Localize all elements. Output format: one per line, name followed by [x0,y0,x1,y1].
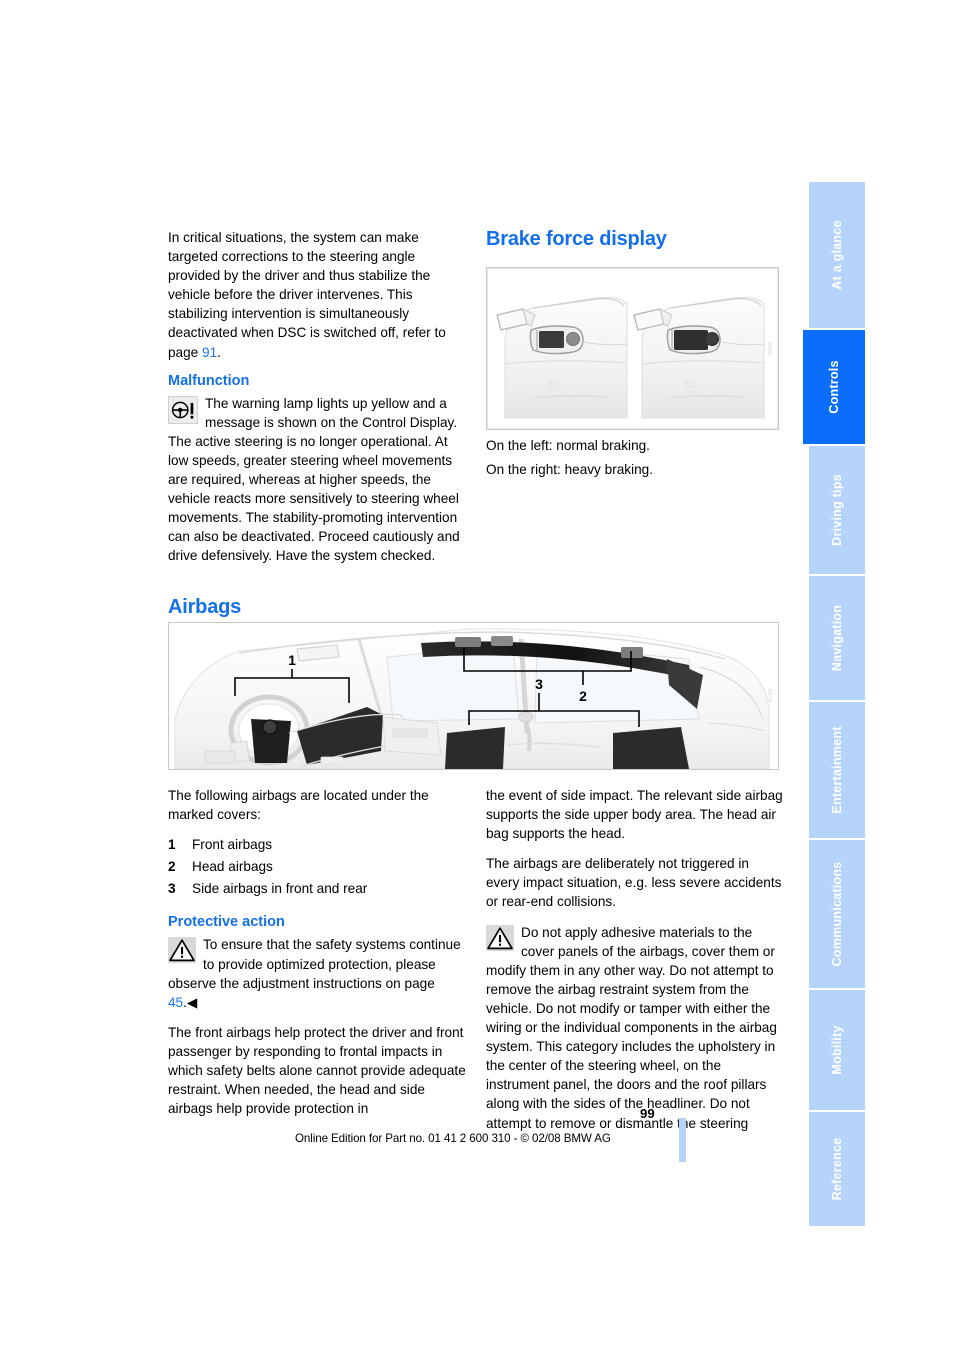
heading-airbags: Airbags [168,595,242,618]
right-column: Brake force display [486,228,784,264]
heading-brake-force-display: Brake force display [486,228,667,250]
tab-navigation[interactable]: Navigation [809,576,865,700]
malfunction-text: The warning lamp lights up yellow and a … [168,395,460,564]
list-item: 2 Head airbags [168,857,466,876]
svg-text:3: 3 [535,676,543,692]
callout-label: Head airbags [192,859,273,875]
callout-number: 1 [168,837,176,853]
tab-label: Navigation [830,604,844,672]
left-column: In critical situations, the system can m… [168,228,466,632]
tab-reference[interactable]: Reference [809,1112,865,1226]
callout-label: Side airbags in front and rear [192,881,368,897]
tab-label: Mobility [830,1025,844,1075]
page-reference-91[interactable]: 91 [202,345,217,360]
footer-accent-bar [679,1118,686,1162]
tab-controls[interactable]: Controls [803,330,865,444]
left-column-lower: The following airbags are located under … [168,786,466,1129]
airbags-intro: The following airbags are located under … [168,788,429,823]
steering-wheel-warning-icon [168,395,198,424]
brake-caption-left: On the left: normal braking. [486,438,650,453]
protective-action-warning: To ensure that the safety systems contin… [168,935,466,1011]
tab-label: At a glance [830,220,844,290]
right-column-captions: On the left: normal braking. On the righ… [486,436,784,490]
tab-label: Controls [827,360,841,414]
tab-mobility[interactable]: Mobility [809,990,865,1110]
malfunction-note: The warning lamp lights up yellow and a … [168,394,466,566]
not-triggered-paragraph: The airbags are deliberately not trigger… [486,856,782,910]
heading-malfunction: Malfunction [168,372,250,389]
right-column-lower: the event of side impact. The relevant s… [486,786,784,1144]
figure-watermark: BMW [766,689,773,703]
page-footer: Online Edition for Part no. 01 41 2 600 … [295,1132,611,1145]
svg-text:1: 1 [288,652,296,668]
tab-communications[interactable]: Communications [809,840,865,988]
tab-label: Communications [830,861,844,967]
figure-brake-force-display: BMW [486,267,779,430]
figure-watermark: BMW [766,341,773,356]
side-impact-paragraph: the event of side impact. The relevant s… [486,788,783,842]
heading-protective-action: Protective action [168,914,285,931]
tab-driving-tips[interactable]: Driving tips [809,446,865,574]
manual-page: In critical situations, the system can m… [0,0,954,1350]
figure-airbag-locations: 1 2 3 BMW [168,622,779,770]
intro-paragraph: In critical situations, the system can m… [168,228,466,362]
page-reference-45[interactable]: 45 [168,995,183,1010]
tab-label: Driving tips [830,474,844,546]
adhesive-warning-text: Do not apply adhesive materials to the c… [486,924,777,1131]
intro-text: In critical situations, the system can m… [168,230,446,360]
tab-at-a-glance[interactable]: At a glance [809,182,865,328]
warning-triangle-icon [486,924,514,951]
intro-tail: . [217,344,221,360]
tab-label: Reference [830,1137,844,1201]
protective-text: To ensure that the safety systems contin… [168,937,461,991]
warning-triangle-icon [168,937,196,964]
brake-caption-right: On the right: heavy braking. [486,462,653,478]
page-number: 99 [640,1106,655,1121]
airbag-callout-list: 1 Front airbags 2 Head airbags 3 Side airba… [168,835,466,898]
tab-entertainment[interactable]: Entertainment [809,702,865,838]
adhesive-warning-note: Do not apply adhesive materials to the c… [486,923,784,1133]
chapter-tab-rail: At a glance Controls Driving tips Naviga… [803,182,865,1228]
callout-label: Front airbags [192,837,273,853]
front-airbags-paragraph: The front airbags help protect the drive… [168,1024,466,1117]
svg-text:2: 2 [579,688,587,704]
tab-label: Entertainment [830,726,844,814]
list-item: 3 Side airbags in front and rear [168,879,466,898]
callout-number: 3 [168,881,176,897]
list-item: 1 Front airbags [168,835,466,854]
protective-tail: .◀ [183,994,198,1010]
callout-number: 2 [168,859,176,875]
